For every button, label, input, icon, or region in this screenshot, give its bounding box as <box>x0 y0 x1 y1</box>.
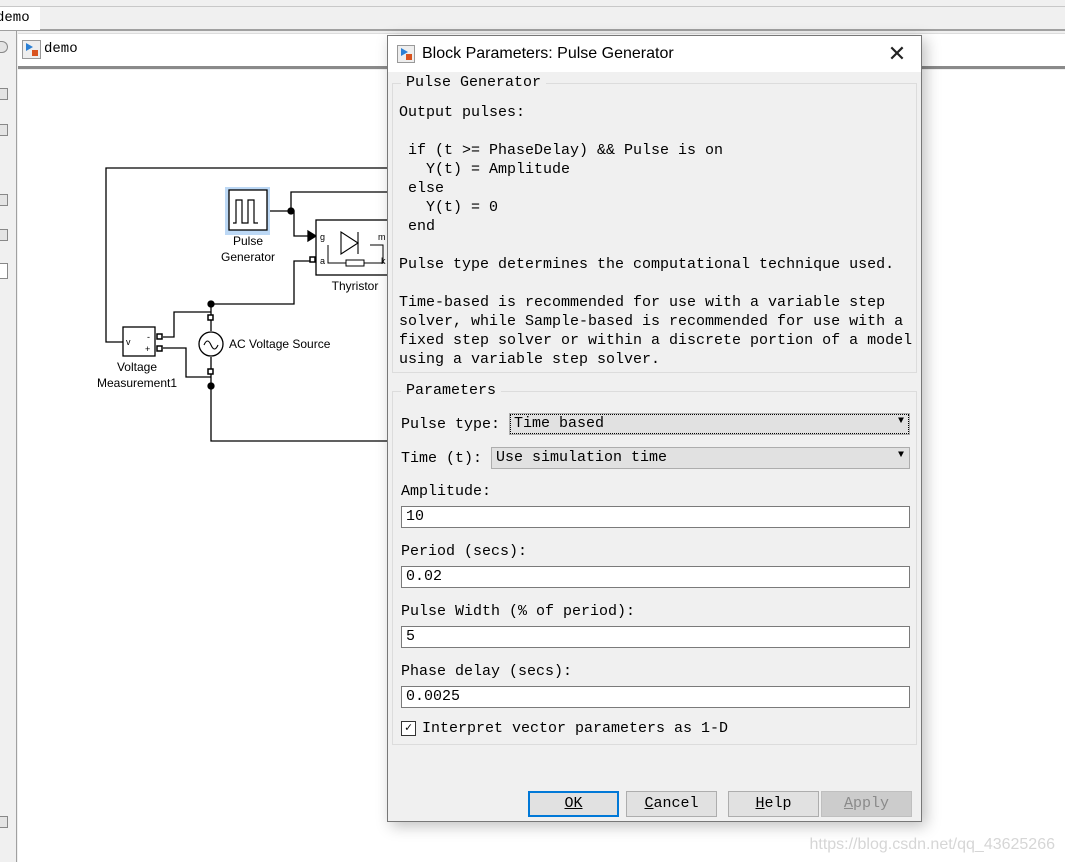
help-button[interactable]: Help <box>728 791 819 817</box>
time-select[interactable]: Use simulation time ▼ <box>491 447 910 469</box>
pulse-generator-label[interactable]: Pulse <box>233 234 263 248</box>
period-input[interactable]: 0.02 <box>401 566 910 588</box>
dialog-title-bar[interactable]: Block Parameters: Pulse Generator ✕ <box>388 36 921 72</box>
cancel-button[interactable]: Cancel <box>626 791 717 817</box>
image-icon[interactable] <box>0 229 8 241</box>
phase-delay-label: Phase delay (secs): <box>401 663 573 680</box>
time-value: Use simulation time <box>496 449 668 466</box>
junction <box>207 382 215 390</box>
description-group-label: Pulse Generator <box>401 74 547 91</box>
ok-button[interactable]: OK <box>528 791 619 817</box>
tab-bar <box>0 7 1065 31</box>
pulse-type-value: Time based <box>514 415 605 432</box>
pulse-width-input[interactable]: 5 <box>401 626 910 648</box>
model-icon <box>22 40 41 59</box>
junction <box>207 300 215 308</box>
port-label-k: k <box>381 256 386 266</box>
apply-button[interactable]: Apply <box>821 791 912 817</box>
port-label-minus: - <box>147 332 150 342</box>
voltage-measurement-label[interactable]: Measurement1 <box>97 376 177 390</box>
fit-view-icon[interactable] <box>0 124 8 136</box>
parameters-group: Parameters Pulse type: Time based ▼ Time … <box>392 382 917 745</box>
interpret-vector-checkbox[interactable]: ✓ <box>401 721 416 736</box>
wire-thy-a <box>211 260 312 305</box>
pulse-type-select[interactable]: Time based ▼ <box>509 413 910 435</box>
voltage-measurement-label[interactable]: Voltage <box>117 360 157 374</box>
pulse-generator-block <box>225 187 270 235</box>
top-strip <box>0 0 1065 7</box>
block-parameters-dialog: Block Parameters: Pulse Generator ✕ Puls… <box>387 35 922 822</box>
signal-arrow <box>307 229 318 243</box>
time-label: Time (t): <box>401 450 483 467</box>
port-label-plus: + <box>145 344 150 354</box>
description-text: Output pulses: if (t >= PhaseDelay) && P… <box>399 104 913 368</box>
thyristor-label[interactable]: Thyristor <box>332 279 379 293</box>
wire-pulse-g <box>291 210 310 237</box>
wire-vm-minus <box>163 311 211 338</box>
port-label-a: a <box>320 256 325 266</box>
area-icon[interactable] <box>0 263 8 279</box>
pulse-generator-label[interactable]: Generator <box>221 250 275 264</box>
junction <box>287 207 295 215</box>
interpret-vector-label: Interpret vector parameters as 1-D <box>422 720 729 737</box>
amplitude-input[interactable]: 10 <box>401 506 910 528</box>
arrow-icon[interactable] <box>0 159 8 171</box>
description-group: Pulse Generator Output pulses: if (t >= … <box>392 74 917 373</box>
amplitude-label: Amplitude: <box>401 483 492 500</box>
simulink-icon <box>397 45 415 63</box>
port-label-g: g <box>320 232 325 242</box>
pulse-width-label: Pulse Width (% of period): <box>401 603 636 620</box>
dropdown-arrow-icon: ▼ <box>897 416 904 427</box>
dropdown-arrow-icon: ▼ <box>897 450 904 461</box>
bottom-icon[interactable] <box>0 816 8 828</box>
checkmark-icon: ✓ <box>404 721 413 735</box>
period-label: Period (secs): <box>401 543 528 560</box>
tab-demo[interactable]: demo <box>0 7 40 30</box>
dialog-title: Block Parameters: Pulse Generator <box>422 45 674 62</box>
parameters-group-label: Parameters <box>401 382 502 399</box>
close-icon: ✕ <box>887 41 907 66</box>
breadcrumb-demo[interactable]: demo <box>44 41 78 57</box>
watermark: https://blog.csdn.net/qq_43625266 <box>809 836 1055 853</box>
hide-browser-icon[interactable] <box>0 41 8 53</box>
zoom-icon[interactable] <box>0 88 8 100</box>
port-label-m: m <box>378 232 386 242</box>
left-toolbar <box>0 31 17 862</box>
ac-source-label[interactable]: AC Voltage Source <box>229 337 331 351</box>
thyristor-block <box>309 219 397 276</box>
close-button[interactable]: ✕ <box>883 40 911 68</box>
port-label-v: v <box>126 337 131 347</box>
wire-pulse-up <box>290 191 400 211</box>
annotation-icon[interactable] <box>0 194 8 206</box>
wire-src-bottom <box>210 357 400 442</box>
phase-delay-input[interactable]: 0.0025 <box>401 686 910 708</box>
pulse-type-label: Pulse type: <box>401 416 501 433</box>
